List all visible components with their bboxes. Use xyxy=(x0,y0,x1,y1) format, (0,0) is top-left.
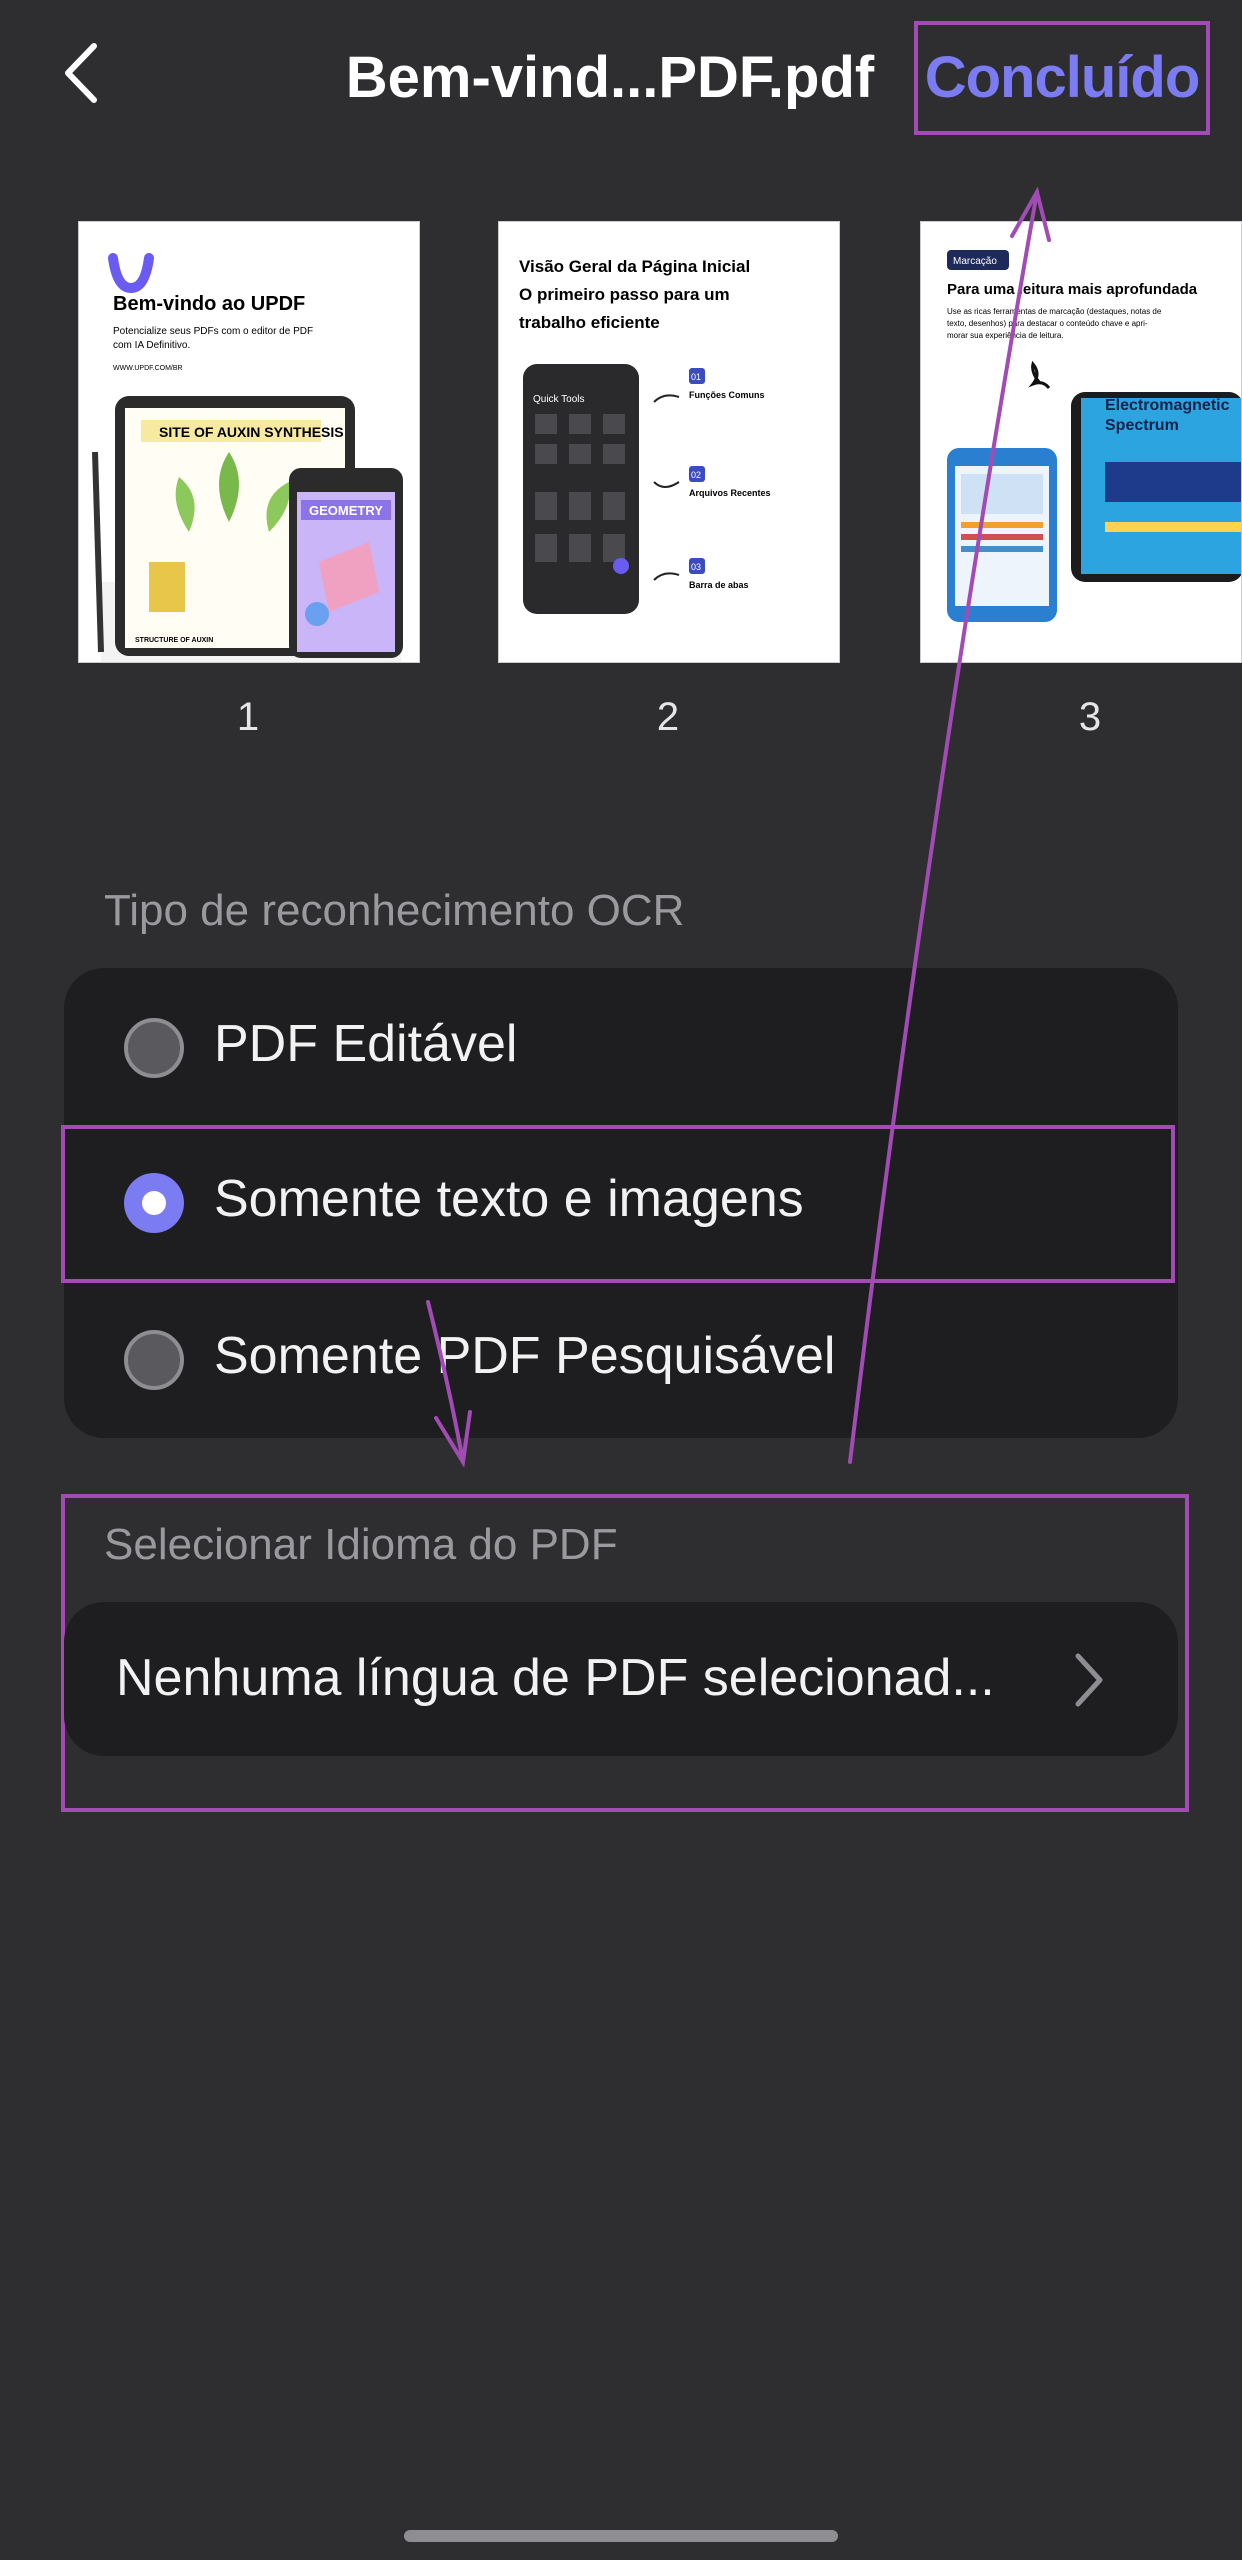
svg-text:Use as ricas ferramentas de ma: Use as ricas ferramentas de marcação (de… xyxy=(947,307,1162,316)
top-bar: Bem-vind...PDF.pdf Concluído xyxy=(0,0,1242,150)
svg-text:Para uma leitura mais aprofund: Para uma leitura mais aprofundada xyxy=(947,281,1198,298)
svg-text:STRUCTURE OF AUXIN: STRUCTURE OF AUXIN xyxy=(135,637,213,644)
svg-text:texto, desenhos) para destacar: texto, desenhos) para destacar o conteúd… xyxy=(947,319,1148,328)
page-3-preview: Marcação Para uma leitura mais aprofunda… xyxy=(921,222,1241,662)
svg-text:Visão Geral da Página Inicial: Visão Geral da Página Inicial xyxy=(519,257,750,276)
svg-text:Funções Comuns: Funções Comuns xyxy=(689,390,765,400)
language-section-label: Selecionar Idioma do PDF xyxy=(104,1520,618,1569)
ocr-type-label: Tipo de reconhecimento OCR xyxy=(104,886,685,935)
document-title: Bem-vind...PDF.pdf xyxy=(345,45,875,110)
ocr-option-searchable-pdf[interactable]: Somente PDF Pesquisável xyxy=(64,1282,1178,1438)
svg-text:01: 01 xyxy=(691,372,701,382)
svg-text:com IA Definitivo.: com IA Definitivo. xyxy=(113,340,190,351)
language-value: Nenhuma língua de PDF selecionad... xyxy=(116,1649,995,1707)
svg-text:Barra de abas: Barra de abas xyxy=(689,580,749,590)
page-number-2: 2 xyxy=(656,695,680,739)
page-2-preview: Visão Geral da Página Inicial O primeiro… xyxy=(499,222,839,662)
svg-text:Electromagnetic: Electromagnetic xyxy=(1105,397,1230,414)
svg-text:Marcação: Marcação xyxy=(953,256,997,267)
page-thumbnail-1[interactable]: Bem-vindo ao UPDF Potencialize seus PDFs… xyxy=(78,221,420,663)
svg-text:Arquivos Recentes: Arquivos Recentes xyxy=(689,488,771,498)
page-1-preview: Bem-vindo ao UPDF Potencialize seus PDFs… xyxy=(79,222,419,662)
svg-text:Quick Tools: Quick Tools xyxy=(533,394,585,405)
done-button[interactable]: Concluído xyxy=(914,21,1210,135)
back-button[interactable] xyxy=(52,38,112,108)
svg-text:SITE OF AUXIN SYNTHESIS: SITE OF AUXIN SYNTHESIS xyxy=(159,424,344,440)
language-selector[interactable]: Nenhuma língua de PDF selecionad... xyxy=(64,1602,1178,1756)
svg-text:02: 02 xyxy=(691,470,701,480)
annotation-highlight-option xyxy=(61,1125,1175,1283)
page-thumbnail-3[interactable]: Marcação Para uma leitura mais aprofunda… xyxy=(920,221,1242,663)
svg-text:trabalho eficiente: trabalho eficiente xyxy=(519,313,660,332)
svg-text:GEOMETRY: GEOMETRY xyxy=(309,503,383,518)
svg-text:O primeiro passo para um: O primeiro passo para um xyxy=(519,285,730,304)
option-label: Somente PDF Pesquisável xyxy=(214,1327,836,1385)
radio-icon[interactable] xyxy=(124,1018,184,1078)
page-thumbnail-2[interactable]: Visão Geral da Página Inicial O primeiro… xyxy=(498,221,840,663)
forward-chevron-icon xyxy=(1075,1653,1103,1707)
svg-text:03: 03 xyxy=(691,562,701,572)
ocr-option-editable-pdf[interactable]: PDF Editável xyxy=(64,970,1178,1126)
option-label: PDF Editável xyxy=(214,1015,518,1073)
svg-text:Bem-vindo ao UPDF: Bem-vindo ao UPDF xyxy=(113,293,305,315)
svg-text:Potencialize seus PDFs com o e: Potencialize seus PDFs com o editor de P… xyxy=(113,326,313,337)
svg-text:Spectrum: Spectrum xyxy=(1105,417,1179,434)
back-chevron-icon xyxy=(65,43,97,103)
page-number-1: 1 xyxy=(236,695,260,739)
svg-text:WWW.UPDF.COM/BR: WWW.UPDF.COM/BR xyxy=(113,365,183,372)
svg-text:morar sua experiência de leitu: morar sua experiência de leitura. xyxy=(947,331,1064,340)
page-number-3: 3 xyxy=(1078,695,1102,739)
home-indicator[interactable] xyxy=(404,2530,838,2542)
radio-icon[interactable] xyxy=(124,1330,184,1390)
